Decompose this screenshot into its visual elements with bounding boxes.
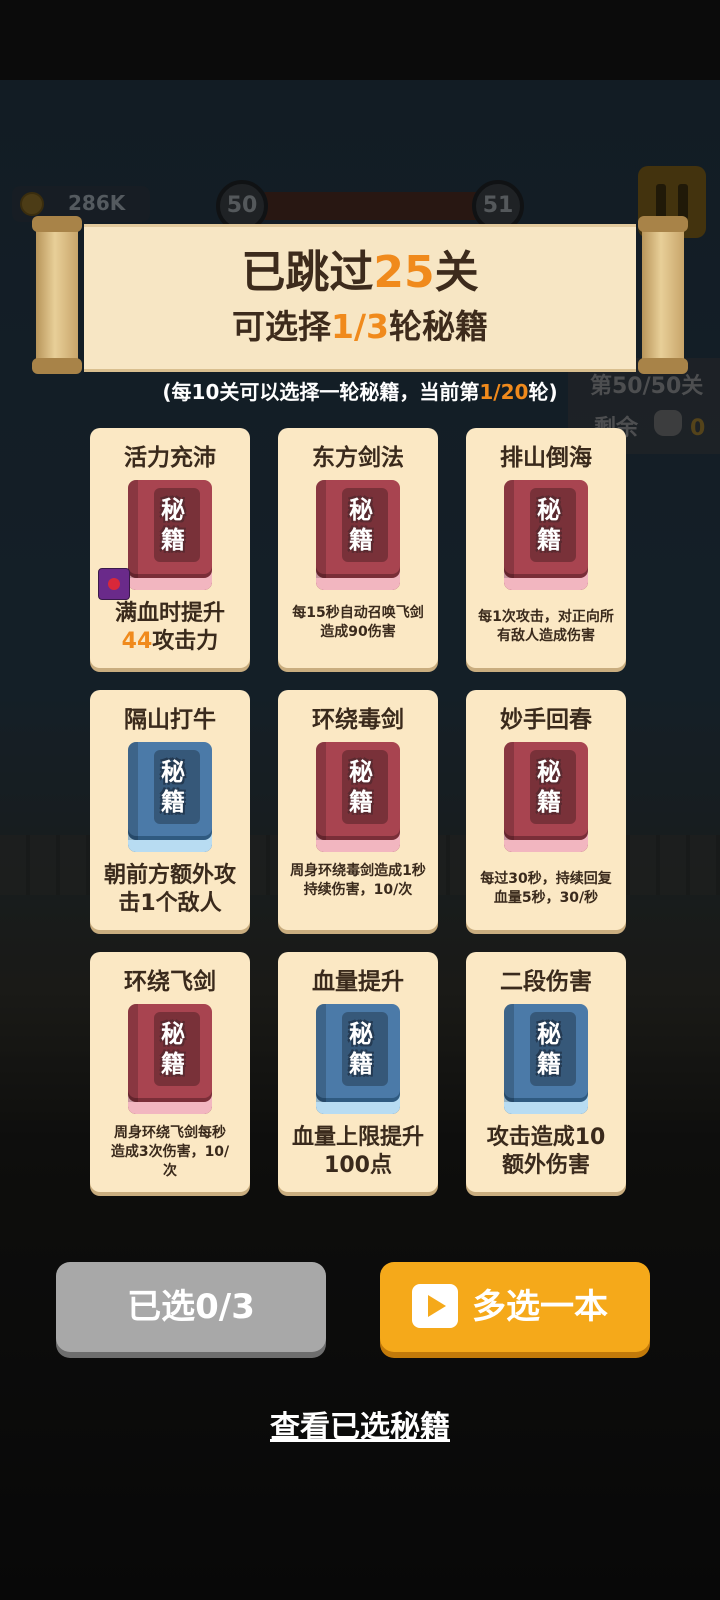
red-book-icon: 秘籍 xyxy=(504,480,588,590)
blue-book-icon: 秘籍 xyxy=(128,742,212,852)
card-name: 排山倒海 xyxy=(500,445,592,471)
selection-hint: (每10关可以选择一轮秘籍，当前第1/20轮) xyxy=(162,380,558,404)
skill-card-3[interactable]: 排山倒海 秘籍 每1次攻击，对正向所有敌人造成伤害 xyxy=(466,428,626,668)
card-name: 东方剑法 xyxy=(312,445,404,471)
card-description: 血量上限提升100点 xyxy=(291,1125,424,1178)
play-video-icon xyxy=(412,1284,458,1328)
card-description: 每15秒自动召唤飞剑造成90伤害 xyxy=(292,605,424,640)
card-name: 妙手回春 xyxy=(500,707,592,733)
skill-card-9[interactable]: 二段伤害 秘籍 攻击造成10额外伤害 xyxy=(466,952,626,1192)
skill-card-1[interactable]: 活力充沛 秘籍 满血时提升 44攻击力 xyxy=(90,428,250,668)
card-name: 血量提升 xyxy=(312,969,404,995)
card-name: 环绕飞剑 xyxy=(124,969,216,995)
skill-card-6[interactable]: 妙手回春 秘籍 每过30秒，持续回复血量5秒，30/秒 xyxy=(466,690,626,930)
card-description: 朝前方额外攻击1个敌人 xyxy=(103,863,236,916)
skill-card-4[interactable]: 隔山打牛 秘籍 朝前方额外攻击1个敌人 xyxy=(90,690,250,930)
card-description: 满血时提升 44攻击力 xyxy=(114,601,225,654)
choose-extra-label: 多选一本 xyxy=(472,1287,608,1327)
skipped-levels-title: 已跳过25关 xyxy=(241,247,479,298)
card-description: 攻击造成10额外伤害 xyxy=(486,1125,606,1178)
card-name: 隔山打牛 xyxy=(124,707,216,733)
skill-card-8[interactable]: 血量提升 秘籍 血量上限提升100点 xyxy=(278,952,438,1192)
red-book-icon: 秘籍 xyxy=(128,480,212,590)
card-name: 活力充沛 xyxy=(124,445,216,471)
red-book-icon: 秘籍 xyxy=(316,742,400,852)
card-description: 周身环绕毒剑造成1秒持续伤害，10/次 xyxy=(290,863,426,898)
choose-extra-button[interactable]: 多选一本 xyxy=(380,1262,650,1352)
card-name: 环绕毒剑 xyxy=(312,707,404,733)
red-book-icon: 秘籍 xyxy=(128,1004,212,1114)
selected-count-button[interactable]: 已选0/3 xyxy=(56,1262,326,1352)
skill-card-7[interactable]: 环绕飞剑 秘籍 周身环绕飞剑每秒造成3次伤害，10/次 xyxy=(90,952,250,1192)
scroll-right-roller xyxy=(638,216,688,374)
skill-card-5[interactable]: 环绕毒剑 秘籍 周身环绕毒剑造成1秒持续伤害，10/次 xyxy=(278,690,438,930)
blue-book-icon: 秘籍 xyxy=(316,1004,400,1114)
skill-card-2[interactable]: 东方剑法 秘籍 每15秒自动召唤飞剑造成90伤害 xyxy=(278,428,438,668)
card-description: 周身环绕飞剑每秒造成3次伤害，10/次 xyxy=(110,1125,230,1179)
scroll-left-roller xyxy=(32,216,82,374)
red-book-icon: 秘籍 xyxy=(504,742,588,852)
rounds-subtitle: 可选择1/3轮秘籍 xyxy=(232,307,488,346)
card-description: 每1次攻击，对正向所有敌人造成伤害 xyxy=(478,609,614,644)
view-selected-link[interactable]: 查看已选秘籍 xyxy=(0,1402,720,1446)
card-name: 二段伤害 xyxy=(500,969,592,995)
red-book-icon: 秘籍 xyxy=(316,480,400,590)
blue-book-icon: 秘籍 xyxy=(504,1004,588,1114)
bonus-badge-icon xyxy=(98,568,130,600)
card-description: 每过30秒，持续回复血量5秒，30/秒 xyxy=(480,871,612,906)
